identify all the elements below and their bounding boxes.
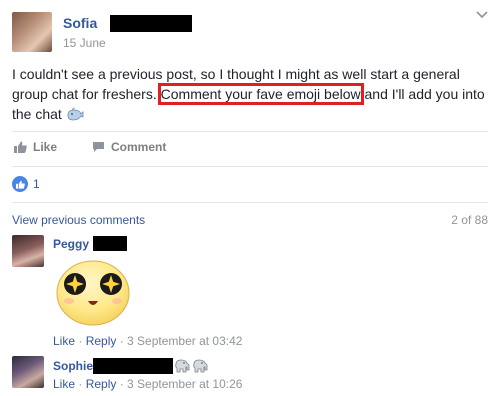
redacted-commenter-surname — [93, 358, 173, 374]
post-date[interactable]: 15 June — [63, 36, 106, 50]
commenter-name[interactable]: Peggy — [53, 237, 89, 251]
separator: · — [75, 377, 86, 391]
divider — [12, 166, 488, 167]
reaction-count: 1 — [33, 177, 40, 191]
post-card: Sofia 15 June I couldn't see a previous … — [0, 0, 500, 396]
separator: · — [116, 377, 128, 391]
comment-meta: Like · Reply · 3 September at 03:42 — [53, 334, 242, 348]
commenter-avatar[interactable] — [12, 356, 44, 388]
reactions-summary[interactable]: 1 — [12, 176, 40, 192]
comment-meta: Like · Reply · 3 September at 10:26 — [53, 377, 242, 391]
commenter-avatar[interactable] — [12, 235, 44, 267]
like-badge-icon — [12, 176, 28, 192]
highlighted-phrase: Comment your fave emoji below — [157, 83, 364, 105]
post-text: I couldn't see a previous post, so I tho… — [12, 64, 492, 124]
like-button[interactable]: Like — [14, 140, 57, 154]
chevron-down-icon[interactable] — [476, 10, 488, 19]
comment-icon — [93, 142, 104, 152]
comment-reply-link[interactable]: Reply — [86, 377, 117, 391]
redacted-commenter-surname — [93, 236, 127, 251]
post-header: Sofia 15 June — [12, 10, 488, 52]
starry-eyed-sticker-icon — [53, 257, 133, 329]
comment-count: 2 of 88 — [451, 213, 488, 227]
comment-reply-link[interactable]: Reply — [86, 334, 117, 348]
thumbs-up-icon — [14, 141, 27, 153]
divider — [12, 202, 488, 203]
redacted-author-surname — [110, 15, 192, 32]
comment-timestamp[interactable]: 3 September at 10:26 — [127, 377, 242, 391]
like-label: Like — [33, 140, 58, 154]
comment-button[interactable]: Comment — [92, 140, 166, 154]
view-previous-label: View previous comments — [12, 213, 146, 227]
commenter-name[interactable]: Sophie — [53, 359, 93, 373]
comment-like-link[interactable]: Like — [53, 334, 75, 348]
separator: · — [75, 334, 86, 348]
comment-label: Comment — [111, 140, 167, 154]
author-name[interactable]: Sofia — [63, 15, 97, 31]
divider — [12, 131, 488, 132]
separator: · — [116, 334, 128, 348]
elephant-emoji-icon — [174, 359, 210, 373]
comment-timestamp[interactable]: 3 September at 03:42 — [127, 334, 242, 348]
author-avatar[interactable] — [12, 12, 52, 52]
comment-like-link[interactable]: Like — [53, 377, 75, 391]
view-previous-comments-link[interactable]: View previous comments — [12, 213, 145, 227]
whale-emoji-icon — [66, 106, 84, 121]
